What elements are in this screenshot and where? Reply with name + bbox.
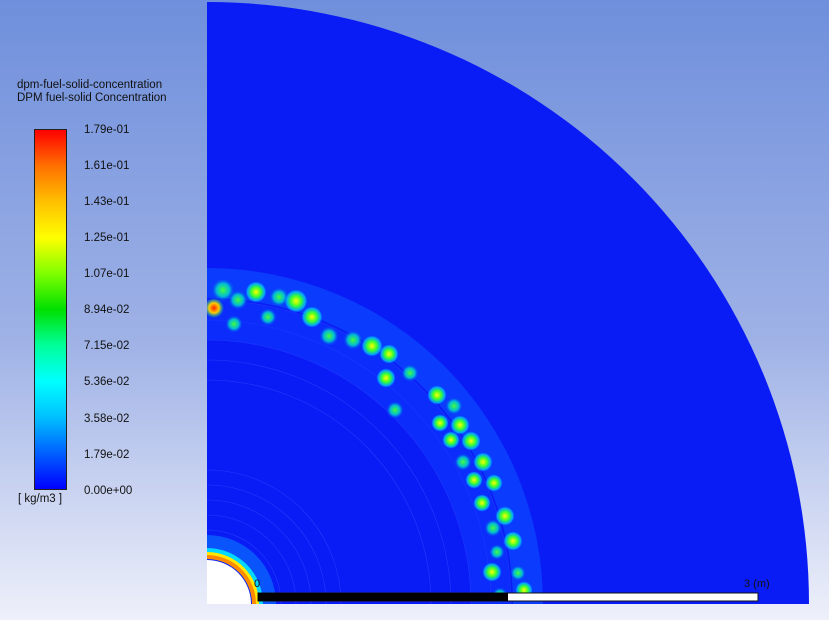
legend-variable-title: DPM fuel-solid Concentration	[17, 92, 167, 104]
colorbar-tick: 5.36e-02	[84, 376, 130, 388]
scale-bar-start-label: 0	[254, 578, 261, 590]
scale-bar-end-label: 3 (m)	[744, 578, 770, 590]
colorbar-tick: 7.15e-02	[84, 340, 130, 352]
legend-variable-name: dpm-fuel-solid-concentration	[17, 79, 163, 91]
colorbar	[34, 129, 67, 490]
colorbar-tick: 0.00e+00	[84, 485, 133, 497]
graphics-viewport[interactable]: dpm-fuel-solid-concentration DPM fuel-so…	[0, 0, 829, 620]
colorbar-tick: 3.58e-02	[84, 413, 130, 425]
colorbar-tick: 1.25e-01	[84, 232, 130, 244]
colorbar-tick: 1.79e-02	[84, 449, 130, 461]
colorbar-tick: 1.79e-01	[84, 124, 130, 136]
legend-unit: [ kg/m3 ]	[18, 493, 63, 505]
legend-title: dpm-fuel-solid-concentration DPM fuel-so…	[17, 79, 167, 105]
colorbar-tick: 1.43e-01	[84, 196, 130, 208]
colorbar-tick: 1.07e-01	[84, 268, 130, 280]
colorbar-tick: 1.61e-01	[84, 160, 130, 172]
colorbar-tick: 8.94e-02	[84, 304, 130, 316]
